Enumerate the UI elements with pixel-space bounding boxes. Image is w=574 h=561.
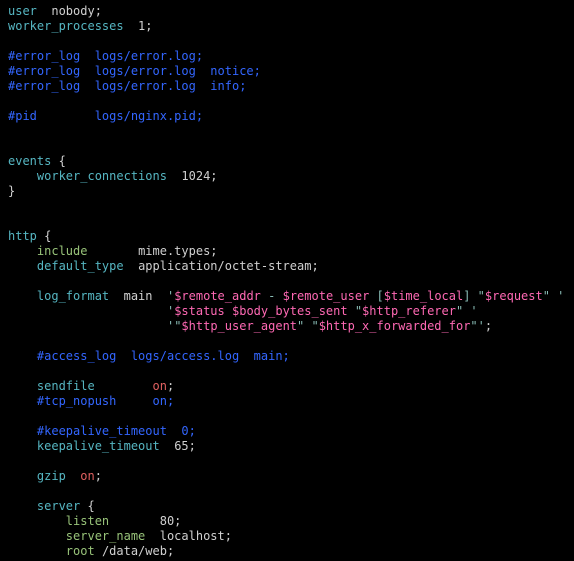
comment-line: #error_log logs/error.log notice; — [8, 64, 261, 78]
var-http-x-forwarded-for: $http_x_forwarded_for — [319, 319, 471, 333]
value: localhost; — [160, 529, 232, 543]
var-remote-user: $remote_user — [283, 289, 370, 303]
quote: ' — [557, 289, 564, 303]
literal-on: on — [80, 469, 94, 483]
literal: " — [456, 304, 470, 318]
value: 1; — [138, 19, 152, 33]
value: 1024; — [181, 169, 217, 183]
value: application/octet-stream; — [138, 259, 319, 273]
value: nobody; — [51, 4, 102, 18]
directive-include: include — [37, 244, 88, 258]
directive-events: events — [8, 154, 51, 168]
directive-default-type: default_type — [37, 259, 124, 273]
comment-line: #tcp_nopush on; — [37, 394, 174, 408]
semicolon: ; — [95, 469, 102, 483]
brace-open: { — [88, 499, 95, 513]
space — [225, 304, 232, 318]
directive-worker-connections: worker_connections — [37, 169, 167, 183]
var-status: $status — [174, 304, 225, 318]
directive-sendfile: sendfile — [37, 379, 95, 393]
var-time-local: $time_local — [384, 289, 463, 303]
directive-keepalive-timeout: keepalive_timeout — [37, 439, 160, 453]
value: mime.types; — [138, 244, 217, 258]
var-request: $request — [485, 289, 543, 303]
literal: [ — [369, 289, 383, 303]
directive-user: user — [8, 4, 37, 18]
directive-listen: listen — [66, 514, 109, 528]
brace-open: { — [59, 154, 66, 168]
literal: - — [261, 289, 283, 303]
var-body-bytes-sent: $body_bytes_sent — [232, 304, 348, 318]
semicolon: ; — [485, 319, 492, 333]
directive-server-name: server_name — [66, 529, 145, 543]
value: 65; — [174, 439, 196, 453]
value: /data/web; — [102, 544, 174, 558]
literal: " — [348, 304, 362, 318]
directive-http: http — [8, 229, 37, 243]
quote: ' — [470, 304, 477, 318]
var-http-referer: $http_referer — [362, 304, 456, 318]
comment-line: #error_log logs/error.log info; — [8, 79, 246, 93]
value: 80; — [160, 514, 182, 528]
brace-open: { — [44, 229, 51, 243]
comment-line: #error_log logs/error.log; — [8, 49, 203, 63]
directive-gzip: gzip — [37, 469, 66, 483]
comment-line: #access_log logs/access.log main; — [37, 349, 290, 363]
log-format-name: main — [124, 289, 153, 303]
directive-root: root — [66, 544, 95, 558]
literal: " — [470, 319, 477, 333]
quote: ' — [478, 319, 485, 333]
literal: " — [543, 289, 557, 303]
directive-log-format: log_format — [37, 289, 109, 303]
comment-line: #pid logs/nginx.pid; — [8, 109, 203, 123]
comment-line: #keepalive_timeout 0; — [37, 424, 196, 438]
var-remote-addr: $remote_addr — [174, 289, 261, 303]
directive-server: server — [37, 499, 80, 513]
var-http-user-agent: $http_user_agent — [181, 319, 297, 333]
literal: ] " — [463, 289, 485, 303]
literal: " " — [297, 319, 319, 333]
semicolon: ; — [167, 379, 174, 393]
directive-worker-processes: worker_processes — [8, 19, 124, 33]
nginx-config-code: user nobody; worker_processes 1; #error_… — [0, 0, 574, 561]
brace-close: } — [8, 184, 15, 198]
literal-on: on — [153, 379, 167, 393]
